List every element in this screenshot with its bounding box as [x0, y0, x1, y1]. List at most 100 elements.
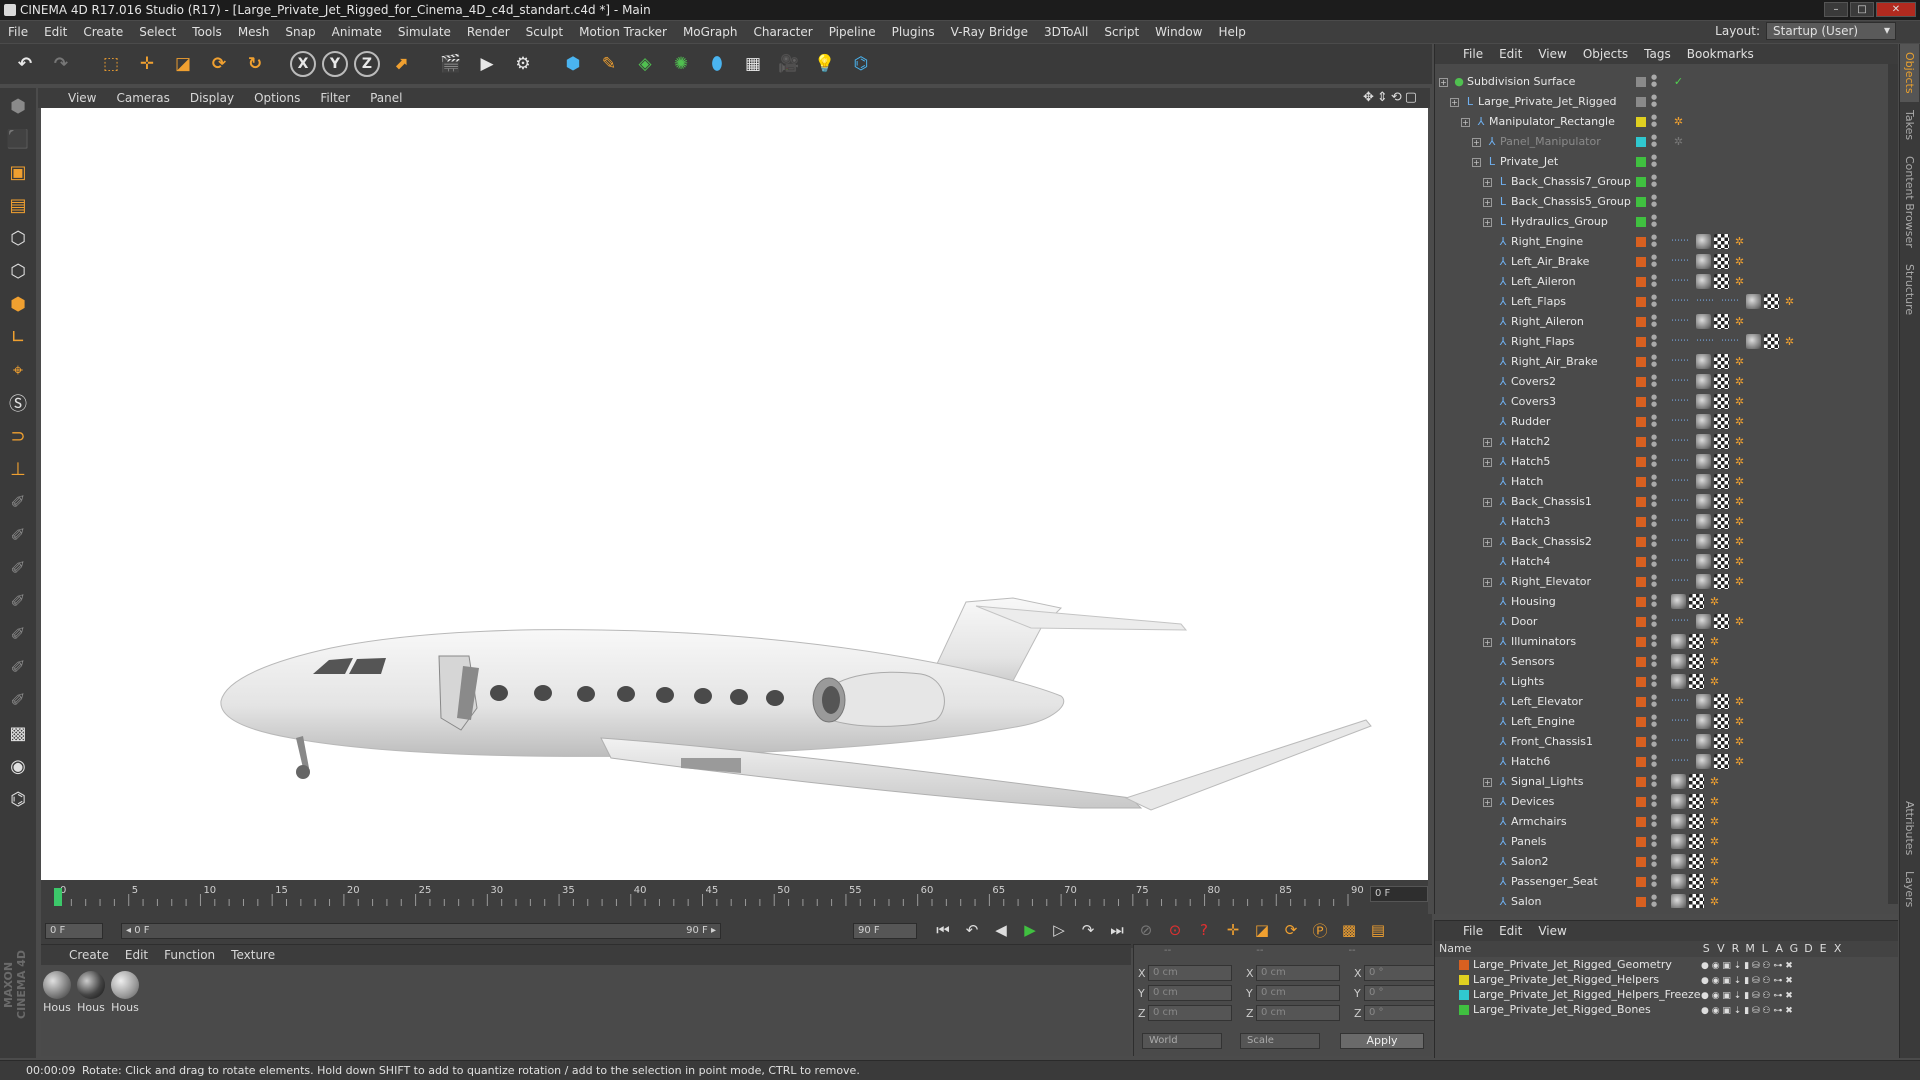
visibility-dots[interactable]: ● ● — [1651, 534, 1657, 548]
tab-layers[interactable]: Layers — [1900, 863, 1919, 915]
object-row[interactable]: + ⅄ Panel_Manipulator ● ● ✲ — [1435, 132, 1887, 152]
texture-tag-icon[interactable] — [1689, 794, 1704, 809]
xpresso-tag-icon[interactable]: ✲ — [1671, 134, 1686, 149]
position-field[interactable]: 0 cm — [1148, 1005, 1232, 1021]
texture-tag-icon[interactable] — [1714, 254, 1729, 269]
texture-tag-icon[interactable] — [1714, 494, 1729, 509]
material-menu-function[interactable]: Function — [156, 948, 223, 962]
tab-objects[interactable]: Objects — [1900, 44, 1919, 102]
xpresso-tag-icon[interactable]: ✲ — [1707, 674, 1722, 689]
object-row[interactable]: ⅄ Left_Aileron ● ● ⋯⋯ ✲ — [1435, 272, 1887, 292]
apply-button[interactable]: Apply — [1340, 1033, 1424, 1049]
xpresso-tag-icon[interactable]: ✲ — [1707, 774, 1722, 789]
layer-menu-edit[interactable]: Edit — [1491, 924, 1530, 938]
layer-color-swatch[interactable] — [1636, 457, 1646, 467]
key-parameter-icon[interactable]: Ⓟ — [1308, 918, 1332, 942]
menu-select[interactable]: Select — [131, 25, 184, 39]
xpresso-tag-icon[interactable]: ✲ — [1707, 874, 1722, 889]
texture-tag-icon[interactable] — [1714, 354, 1729, 369]
object-row[interactable]: ⅄ Hatch4 ● ● ⋯⋯ ✲ — [1435, 552, 1887, 572]
object-row[interactable]: ⅄ Covers3 ● ● ⋯⋯ ✲ — [1435, 392, 1887, 412]
rig-tag-icon[interactable]: ⋯⋯ — [1671, 714, 1693, 729]
material-tag-icon[interactable] — [1696, 514, 1711, 529]
next-frame-icon[interactable]: ▷ — [1047, 918, 1071, 942]
visibility-dots[interactable]: ● ● — [1651, 594, 1657, 608]
python-icon[interactable]: ⌬ — [846, 49, 876, 79]
object-row[interactable]: + ⅄ Hatch5 ● ● ⋯⋯ ✲ — [1435, 452, 1887, 472]
object-row[interactable]: ⅄ Door ● ● ⋯⋯ ✲ — [1435, 612, 1887, 632]
object-row[interactable]: ⅄ Sensors ● ● ✲ — [1435, 652, 1887, 672]
material-tag-icon[interactable] — [1696, 234, 1711, 249]
xpresso-tag-icon[interactable]: ✲ — [1707, 634, 1722, 649]
expand-toggle-icon[interactable]: + — [1483, 498, 1492, 507]
layer-color-swatch[interactable] — [1636, 357, 1646, 367]
texture-tag-icon[interactable] — [1689, 654, 1704, 669]
layer-color-swatch[interactable] — [1636, 857, 1646, 867]
texture-tag-icon[interactable] — [1689, 874, 1704, 889]
menu-pipeline[interactable]: Pipeline — [821, 25, 884, 39]
layer-color-swatch[interactable] — [1636, 317, 1646, 327]
layer-color-swatch[interactable] — [1636, 757, 1646, 767]
visibility-dots[interactable]: ● ● — [1651, 474, 1657, 488]
menu-v-ray-bridge[interactable]: V-Ray Bridge — [943, 25, 1036, 39]
object-row[interactable]: ⅄ Passenger_Seat ● ● ✲ — [1435, 872, 1887, 892]
menu-create[interactable]: Create — [75, 25, 131, 39]
visibility-dots[interactable]: ● ● — [1651, 154, 1657, 168]
visibility-dots[interactable]: ● ● — [1651, 454, 1657, 468]
object-row[interactable]: + L Back_Chassis7_Group ● ● — [1435, 172, 1887, 192]
render-to-picture-viewer-icon[interactable]: ▶ — [472, 49, 502, 79]
layer-color-swatch[interactable] — [1459, 990, 1469, 1000]
layer-color-swatch[interactable] — [1636, 197, 1646, 207]
layer-color-swatch[interactable] — [1636, 637, 1646, 647]
paint-icon[interactable]: ◉ — [3, 751, 33, 781]
material-tag-icon[interactable] — [1696, 434, 1711, 449]
layer-color-swatch[interactable] — [1636, 337, 1646, 347]
viewport-menu-options[interactable]: Options — [244, 91, 310, 105]
maximize-button[interactable]: □ — [1850, 2, 1874, 17]
visibility-dots[interactable]: ● ● — [1651, 654, 1657, 668]
menu-motion-tracker[interactable]: Motion Tracker — [571, 25, 675, 39]
texture-mode-icon[interactable]: ▣ — [3, 157, 33, 187]
material-item[interactable]: Hous — [111, 971, 139, 1014]
layer-color-swatch[interactable] — [1636, 617, 1646, 627]
object-menu-view[interactable]: View — [1530, 47, 1574, 61]
sculpt-brush-2-icon[interactable]: ✐ — [3, 520, 33, 550]
render-settings-icon[interactable]: ⚙ — [508, 49, 538, 79]
coordinate-mode-dropdown[interactable]: World — [1142, 1033, 1222, 1049]
material-item[interactable]: Hous — [43, 971, 71, 1014]
sculpt-brush-6-icon[interactable]: ✐ — [3, 652, 33, 682]
texture-tag-icon[interactable] — [1764, 334, 1779, 349]
layer-name[interactable]: Large_Private_Jet_Rigged_Helpers — [1473, 972, 1659, 987]
texture-tag-icon[interactable] — [1714, 394, 1729, 409]
texture-tag-icon[interactable] — [1714, 714, 1729, 729]
layer-column-a[interactable]: A — [1772, 941, 1787, 957]
layer-color-swatch[interactable] — [1636, 897, 1646, 907]
material-tag-icon[interactable] — [1671, 814, 1686, 829]
z-axis-lock-icon[interactable]: Z — [354, 51, 380, 77]
move-icon[interactable]: ✛ — [132, 49, 162, 79]
frame-ruler[interactable]: 0 5 10 15 20 25 30 35 40 45 50 55 60 65 70 75 80 85 90 — [51, 884, 1366, 908]
rig-tag-icon[interactable]: ⋯⋯ — [1671, 354, 1693, 369]
tweak-mode-icon[interactable]: ⌖ — [3, 355, 33, 385]
layer-name[interactable]: Large_Private_Jet_Rigged_Helpers_Freeze — [1473, 987, 1701, 1002]
rig-tag-icon[interactable]: ⋯⋯ — [1721, 334, 1743, 349]
rig-tag-icon[interactable]: ⋯⋯ — [1671, 274, 1693, 289]
visibility-dots[interactable]: ● ● — [1651, 774, 1657, 788]
coordinate-system-icon[interactable]: ⬈ — [386, 49, 416, 79]
menu-edit[interactable]: Edit — [36, 25, 75, 39]
material-tag-icon[interactable] — [1671, 674, 1686, 689]
layer-color-swatch[interactable] — [1636, 797, 1646, 807]
size-field[interactable]: 0 cm — [1256, 965, 1340, 981]
array-generator-icon[interactable]: ✺ — [666, 49, 696, 79]
object-row[interactable]: ⅄ Right_Aileron ● ● ⋯⋯ ✲ — [1435, 312, 1887, 332]
menu-snap[interactable]: Snap — [277, 25, 323, 39]
visibility-dots[interactable]: ● ● — [1651, 114, 1657, 128]
expand-toggle-icon[interactable]: + — [1483, 538, 1492, 547]
xpresso-tag-icon[interactable]: ✲ — [1732, 234, 1747, 249]
xpresso-tag-icon[interactable]: ✲ — [1732, 314, 1747, 329]
xpresso-tag-icon[interactable]: ✲ — [1732, 614, 1747, 629]
expand-toggle-icon[interactable]: + — [1472, 138, 1481, 147]
camera-icon[interactable]: 🎥 — [774, 49, 804, 79]
visibility-dots[interactable]: ● ● — [1651, 894, 1657, 908]
material-tag-icon[interactable] — [1696, 374, 1711, 389]
